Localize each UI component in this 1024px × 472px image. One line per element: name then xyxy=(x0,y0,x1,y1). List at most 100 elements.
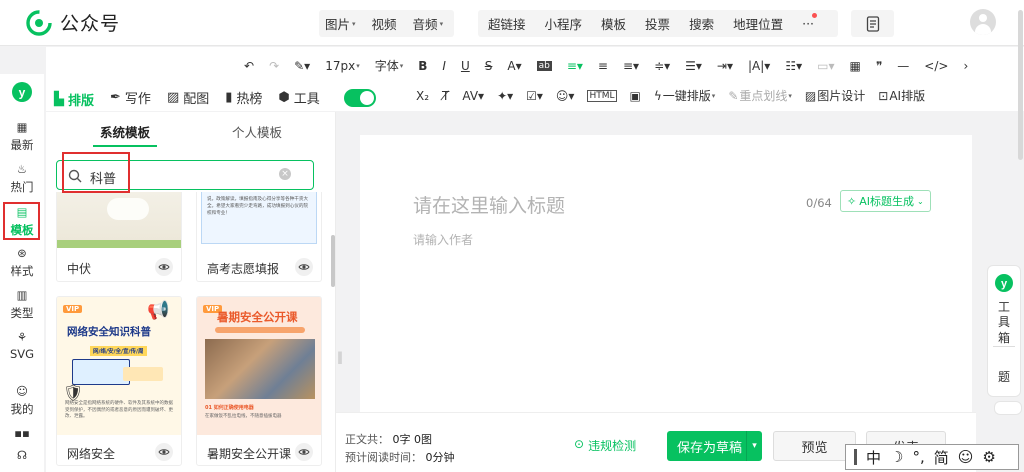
bold-icon[interactable]: B xyxy=(418,59,427,73)
page-scrollbar[interactable] xyxy=(1018,10,1023,160)
template-card[interactable]: 说，政策解读，填报指南及心得分享等各种干货大全。希望大家看完少走弯路，成功填报到… xyxy=(196,192,322,282)
ime-handle[interactable] xyxy=(854,449,857,465)
key-highlight-button[interactable]: ✎ 重点划线 ▾ xyxy=(728,87,792,104)
list-icon[interactable]: ☷▾ xyxy=(785,59,802,73)
redo-icon[interactable]: ↷ xyxy=(269,59,279,73)
briefcase-icon[interactable]: ▣ xyxy=(630,89,641,103)
nav-search[interactable]: 搜索 xyxy=(689,14,714,33)
save-draft-button[interactable]: 保存为草稿 ▾ xyxy=(667,431,762,461)
checkbox-icon[interactable]: ☑▾ xyxy=(526,89,543,103)
emoji-icon[interactable]: ☺ xyxy=(958,448,974,466)
emoji-icon[interactable]: ☺▾ xyxy=(556,89,575,103)
sidebar-item-hot[interactable]: ♨ 热门 xyxy=(0,162,44,195)
nav-hyperlink[interactable]: 超链接 xyxy=(488,14,526,33)
panel-toggle[interactable] xyxy=(343,88,376,107)
nav-miniprogram[interactable]: 小程序 xyxy=(545,14,583,33)
chevron-down-icon[interactable]: ▾ xyxy=(746,431,762,461)
sidebar-item-mine[interactable]: ☺ 我的 xyxy=(0,384,44,417)
html-icon[interactable]: HTML xyxy=(587,89,617,102)
tab-trending[interactable]: ▮ 热榜 xyxy=(217,84,270,112)
clear-format-icon[interactable]: T̸ xyxy=(442,89,449,103)
resize-handle-icon[interactable]: ‖ xyxy=(337,350,343,364)
doc-button[interactable] xyxy=(851,10,894,37)
subscript-icon[interactable]: X₂ xyxy=(416,89,429,103)
avatar-style-icon[interactable]: AV▾ xyxy=(462,89,484,103)
nav-video[interactable]: 视频 xyxy=(372,14,397,33)
align-left-icon[interactable]: ≡▾ xyxy=(567,59,583,73)
nav-more[interactable]: ··· xyxy=(802,13,818,31)
letter-spacing-icon[interactable]: |A|▾ xyxy=(748,59,770,73)
sidebar-item-support[interactable]: ☊ xyxy=(0,448,44,465)
font-family-select[interactable]: 字体 ▾ xyxy=(375,57,404,74)
avatar[interactable] xyxy=(970,9,996,35)
template-card[interactable]: 中伏 xyxy=(56,192,182,282)
preview-eye-icon[interactable] xyxy=(155,443,173,461)
magic-wand-icon[interactable]: ✦▾ xyxy=(497,89,513,103)
nav-template[interactable]: 模板 xyxy=(601,14,626,33)
punctuation-icon[interactable]: °, xyxy=(912,448,924,466)
tab-tools[interactable]: ⬢ 工具 xyxy=(270,84,327,112)
paragraph-spacing-icon[interactable]: ☰▾ xyxy=(685,59,702,73)
author-input[interactable]: 请输入作者 xyxy=(413,231,473,248)
ime-chinese-mode[interactable]: 中 xyxy=(866,447,881,468)
gear-icon[interactable]: ⚙ xyxy=(982,448,995,466)
template-card[interactable]: VIP 📢 网络安全知识科普 网/络/安/全/宣/传/周 🛡 网络安全是指网络系… xyxy=(56,296,182,466)
logo[interactable]: 公众号 xyxy=(26,9,120,36)
sidebar-logo[interactable]: y xyxy=(0,82,44,102)
sidebar-item-type[interactable]: ▥ 类型 xyxy=(0,288,44,321)
align-center-icon[interactable]: ≡ xyxy=(598,59,608,73)
toolbox-tab-topic[interactable]: 题 xyxy=(998,368,1010,385)
tab-images[interactable]: ▨ 配图 xyxy=(159,84,217,112)
user-icon: ☺ xyxy=(16,384,28,398)
hr-icon[interactable]: — xyxy=(897,59,909,73)
nav-vote[interactable]: 投票 xyxy=(645,14,670,33)
sidebar-item-more[interactable]: ▪▪ xyxy=(0,426,44,443)
ai-title-button[interactable]: ✧ AI标题生成 ⌄ xyxy=(840,190,931,212)
template-caption: 暑期安全公开课 xyxy=(207,447,292,461)
format-brush-icon[interactable]: ✎▾ xyxy=(294,59,310,73)
nav-image[interactable]: 图片 ▾ xyxy=(325,14,356,33)
preview-eye-icon[interactable] xyxy=(155,258,173,276)
indent-icon[interactable]: ⇥▾ xyxy=(717,59,733,73)
panel-scrollbar[interactable] xyxy=(331,235,335,287)
tab-writing[interactable]: ✒ 写作 xyxy=(102,84,159,112)
template-card[interactable]: VIP 暑期安全公开课 01 如何正确使用电器 在家做饭不乱拉电线，不随意插拔电… xyxy=(196,296,322,466)
divider-style-icon[interactable]: ▭▾ xyxy=(817,59,834,73)
font-color-icon[interactable]: A▾ xyxy=(507,59,521,73)
line-height-icon[interactable]: ≑▾ xyxy=(654,59,670,73)
tab-system-templates[interactable]: 系统模板 xyxy=(100,122,150,141)
strikethrough-icon[interactable]: S xyxy=(485,59,493,73)
one-click-layout-button[interactable]: ϟ 一键排版 ▾ xyxy=(654,87,715,104)
moon-icon[interactable]: ☽ xyxy=(890,448,903,466)
sidebar-item-style[interactable]: ⊛ 样式 xyxy=(0,246,44,279)
expand-icon[interactable]: › xyxy=(963,59,968,73)
compliance-check-button[interactable]: ⊙ 违规检测 xyxy=(574,437,636,454)
title-input[interactable]: 请在这里输入标题 xyxy=(413,191,565,218)
preview-button[interactable]: 预览 xyxy=(773,431,856,461)
table-icon[interactable]: ▦ xyxy=(849,59,860,73)
font-size-select[interactable]: 17px ▾ xyxy=(325,59,360,73)
tab-personal-templates[interactable]: 个人模板 xyxy=(232,122,282,141)
clear-icon[interactable]: × xyxy=(279,168,291,180)
underline-icon[interactable]: U xyxy=(461,59,470,73)
tab-label: 工具 xyxy=(293,92,320,107)
background-color-icon[interactable]: ab xyxy=(536,60,552,71)
preview-eye-icon[interactable] xyxy=(295,258,313,276)
code-icon[interactable]: </> xyxy=(924,59,948,73)
sidebar-item-latest[interactable]: ▦ 最新 xyxy=(0,120,44,153)
undo-icon[interactable]: ↶ xyxy=(244,59,254,73)
right-toolbox[interactable]: y 工 具 箱 题 xyxy=(987,265,1021,397)
ai-layout-button[interactable]: ⊡ AI排版 xyxy=(878,87,925,104)
sidebar-item-svg[interactable]: ⚘ SVG xyxy=(0,330,44,361)
image-design-button[interactable]: ▨ 图片设计 xyxy=(805,87,865,104)
preview-eye-icon[interactable] xyxy=(295,443,313,461)
align-right-icon[interactable]: ≡▾ xyxy=(623,59,639,73)
nav-location[interactable]: 地理位置 xyxy=(733,14,783,33)
nav-audio[interactable]: 音频 ▾ xyxy=(413,14,444,33)
toolbox-item[interactable] xyxy=(994,401,1022,415)
ime-simplified-mode[interactable]: 简 xyxy=(934,447,949,468)
shield-icon: 🛡 xyxy=(63,383,84,402)
ime-toolbar: 中 ☽ °, 简 ☺ ⚙ xyxy=(845,444,1019,470)
italic-icon[interactable]: I xyxy=(442,59,446,73)
quote-icon[interactable]: ❞ xyxy=(876,59,882,73)
